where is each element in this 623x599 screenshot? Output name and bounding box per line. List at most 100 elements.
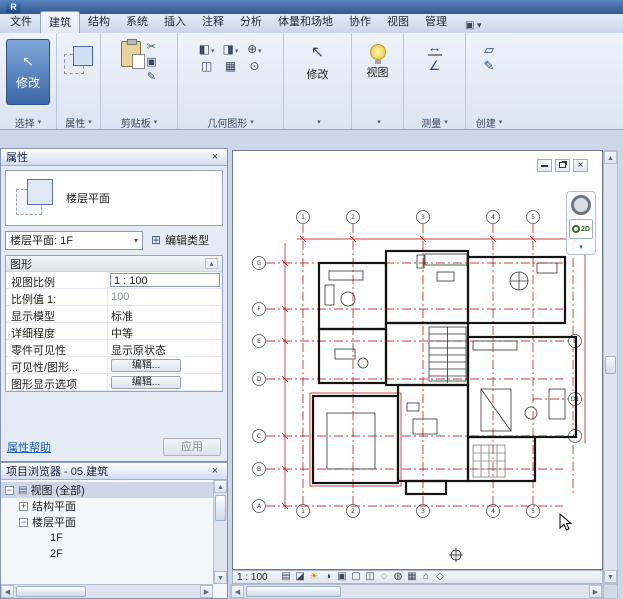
view-instance-dropdown[interactable]: 楼层平面: 1F ▾ (5, 230, 143, 250)
copy-icon[interactable]: ▣ (146, 56, 156, 69)
scroll-left-icon[interactable]: ◀ (231, 585, 244, 598)
scroll-up-icon[interactable]: ▲ (214, 480, 227, 493)
select-panel-label[interactable]: 选择 ▾ (0, 115, 56, 130)
steering-wheel-icon[interactable] (571, 195, 591, 215)
tree-item[interactable]: − 楼层平面 (1, 514, 213, 530)
demolish-icon[interactable]: ⊙ (246, 59, 262, 73)
cut-icon[interactable]: ✂ (146, 41, 156, 54)
measure-angle-icon[interactable]: ∠ (429, 58, 441, 74)
scroll-down-icon[interactable]: ▼ (214, 571, 227, 584)
create-group-icon[interactable]: ▱ (484, 42, 494, 58)
property-value[interactable]: 显示原状态 (108, 340, 222, 356)
join-icon[interactable]: ⊕▾ (246, 42, 262, 56)
paste-icon[interactable] (121, 39, 146, 69)
tree-item[interactable]: 2F (1, 546, 213, 562)
tree-expander-icon[interactable]: − (5, 485, 14, 495)
scrollbar-thumb[interactable] (16, 586, 86, 597)
crop-view-icon[interactable]: ▢ (349, 571, 363, 583)
create-similar-icon[interactable]: ✎ (484, 58, 495, 74)
walls[interactable] (311, 249, 578, 496)
properties-palette-icon[interactable] (63, 46, 94, 76)
tree-item[interactable]: + 结构平面 (1, 498, 213, 514)
apply-button[interactable]: 应用 (163, 438, 221, 456)
temporary-view-properties-icon[interactable]: ▦ (405, 571, 419, 583)
wall-joins-icon[interactable]: ◫ (199, 59, 215, 73)
scroll-right-icon[interactable]: ▶ (589, 585, 602, 598)
navbar-options-icon[interactable]: ▾ (579, 243, 583, 251)
browser-vertical-scrollbar[interactable]: ▲ ▼ (213, 480, 227, 584)
scroll-left-icon[interactable]: ◀ (1, 585, 14, 598)
view-panel-label[interactable]: ▾ (352, 115, 403, 129)
properties-help-link[interactable]: 属性帮助 (7, 439, 51, 455)
browser-horizontal-scrollbar[interactable]: ◀ ▶ (1, 584, 213, 598)
visual-style-icon[interactable]: ◪ (293, 571, 307, 583)
cut-geometry-icon[interactable]: ◨▾ (223, 42, 239, 56)
highlight-displacement-icon[interactable]: ◇ (433, 571, 447, 583)
property-value[interactable]: 标准 (108, 306, 222, 322)
menu-tab-分析[interactable]: 分析 (232, 11, 270, 33)
scale-control[interactable]: 1 : 100 (237, 572, 277, 583)
show-crop-region-icon[interactable]: ◫ (363, 571, 377, 583)
menu-tab-插入[interactable]: 插入 (156, 11, 194, 33)
menu-tab-结构[interactable]: 结构 (80, 11, 118, 33)
properties-panel-label[interactable]: 属性 ▾ (57, 115, 100, 130)
survey-point-icon[interactable] (449, 548, 463, 562)
scrollbar-thumb[interactable] (215, 495, 226, 521)
beam-joins-icon[interactable]: ▦ (223, 59, 239, 73)
temporary-hide-isolate-icon[interactable]: ◌ (377, 571, 391, 583)
scroll-up-icon[interactable]: ▲ (604, 151, 617, 164)
tree-expander-icon[interactable]: − (19, 517, 28, 527)
modify-button[interactable]: ↖ 修改 (6, 39, 50, 105)
show-rendering-dialog-icon[interactable]: ▣ (335, 571, 349, 583)
modify-tool-label[interactable]: 修改 (307, 66, 329, 82)
stairs[interactable] (428, 326, 467, 383)
menu-tab-协作[interactable]: 协作 (341, 11, 379, 33)
tree-item[interactable]: − ▤ 视图 (全部) (1, 482, 213, 498)
close-icon[interactable]: × (208, 465, 222, 477)
menu-tab-视图[interactable]: 视图 (379, 11, 417, 33)
measure-distance-icon[interactable]: ↔ (427, 40, 442, 56)
collapse-icon[interactable]: ▴ (205, 258, 218, 269)
cope-icon[interactable]: ◧▾ (199, 42, 215, 56)
lightbulb-icon[interactable] (369, 44, 386, 64)
zoom-2d-button[interactable]: 2D (569, 219, 593, 239)
scrollbar-thumb[interactable] (246, 586, 341, 597)
create-panel-label[interactable]: 创建 ▾ (466, 115, 512, 130)
property-value[interactable]: 编辑... (108, 374, 222, 390)
restore-view-button[interactable] (555, 159, 570, 172)
reveal-hidden-elements-icon[interactable]: ◍ (391, 571, 405, 583)
geometry-panel-label[interactable]: 几何图形 ▾ (178, 115, 283, 130)
clipboard-panel-label[interactable]: 剪贴板 ▾ (101, 115, 177, 130)
navigation-bar[interactable]: 2D ▾ (566, 191, 596, 255)
shadows-icon[interactable]: ◑ (321, 571, 335, 583)
edit-button[interactable]: 编辑... (111, 359, 181, 372)
menu-tab-系统[interactable]: 系统 (118, 11, 156, 33)
section-graphics[interactable]: 图形 ▴ (6, 256, 222, 272)
view-tool-label[interactable]: 视图 (367, 64, 389, 80)
sun-path-icon[interactable]: ☀ (307, 571, 321, 583)
edit-button[interactable]: 编辑... (111, 376, 181, 389)
detail-level-icon[interactable]: ▤ (279, 571, 293, 583)
property-value[interactable]: 编辑... (108, 357, 222, 373)
menu-tab-建筑[interactable]: 建筑 (40, 11, 80, 33)
menu-tab-管理[interactable]: 管理 (417, 11, 455, 33)
menu-tab-体量和场地[interactable]: 体量和场地 (270, 11, 341, 33)
property-value[interactable]: 1 : 100 (110, 273, 220, 287)
canvas-vertical-scrollbar[interactable]: ▲ ▼ (603, 150, 618, 584)
tree-expander-icon[interactable]: + (19, 501, 28, 511)
menu-tab-文件[interactable]: 文件 (2, 11, 40, 33)
close-view-button[interactable]: × (573, 159, 588, 172)
drawing-area[interactable]: 11223344556GFEEDD1CCBA (232, 150, 603, 570)
modify-panel-label[interactable]: ▾ (284, 115, 351, 129)
scrollbar-thumb[interactable] (605, 356, 616, 374)
measure-panel-label[interactable]: 测量 ▾ (404, 115, 465, 130)
edit-type-button[interactable]: ⊞ 编辑类型 (147, 230, 213, 250)
tree-item[interactable]: 1F (1, 530, 213, 546)
scroll-down-icon[interactable]: ▼ (604, 570, 617, 583)
floor-plan-view[interactable]: 11223344556GFEEDD1CCBA (233, 151, 603, 570)
menu-tab-注释[interactable]: 注释 (194, 11, 232, 33)
hide-analytical-model-icon[interactable]: ⌂ (419, 571, 433, 583)
canvas-horizontal-scrollbar[interactable]: ◀ ▶ (230, 584, 603, 599)
property-value[interactable]: 中等 (108, 323, 222, 339)
ribbon-minimize-toggle[interactable]: ▣ ▾ (461, 18, 485, 33)
